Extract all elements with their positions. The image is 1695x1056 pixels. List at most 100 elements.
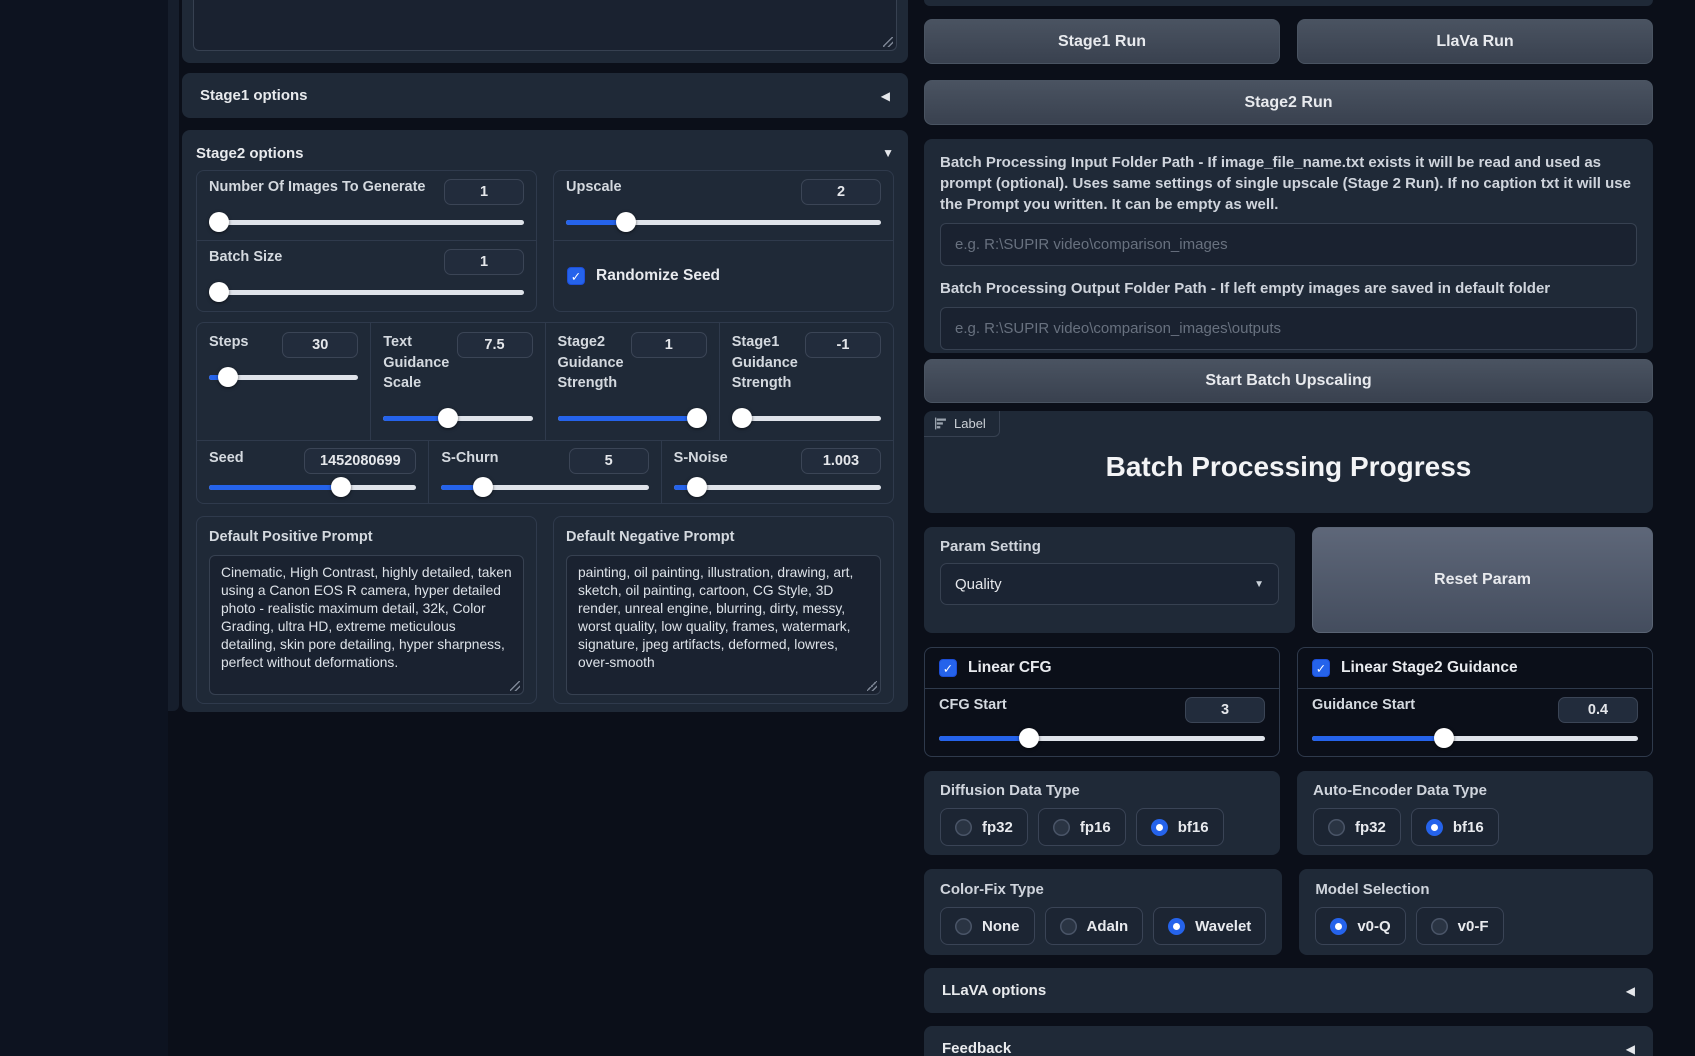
model-selection-label: Model Selection: [1315, 881, 1430, 898]
linear-cfg-label: Linear CFG: [968, 659, 1052, 676]
linear-cfg-checkbox[interactable]: [939, 659, 957, 677]
upscale-label: Upscale: [566, 179, 622, 195]
num-images-slider[interactable]: [209, 212, 524, 232]
radio-fp32[interactable]: fp32: [940, 808, 1028, 846]
negative-prompt-input[interactable]: painting, oil painting, illustration, dr…: [567, 556, 880, 694]
negative-prompt-block: Default Negative Prompt painting, oil pa…: [553, 516, 894, 704]
guidance-start-input[interactable]: [1558, 697, 1638, 723]
upscale-slider[interactable]: [566, 212, 881, 232]
param-setting-block: Param Setting Quality ▼: [924, 527, 1295, 633]
num-images-input[interactable]: [444, 179, 524, 205]
stage2-guidance-slider[interactable]: [557, 408, 707, 428]
prompt-textarea-input[interactable]: [194, 0, 896, 50]
prompt-textarea[interactable]: [193, 0, 897, 51]
chevron-left-icon[interactable]: ◀: [1626, 985, 1635, 997]
stage1-guidance-slider[interactable]: [731, 408, 881, 428]
resize-handle-icon[interactable]: [867, 681, 877, 691]
steps-slider[interactable]: [209, 367, 359, 387]
upscale-input[interactable]: [801, 179, 881, 205]
linear-stage2-checkbox[interactable]: [1312, 659, 1330, 677]
diffusion-dtype-block: Diffusion Data Type fp32 fp16 bf16: [924, 771, 1280, 855]
steps-input[interactable]: [282, 332, 359, 358]
radio-fp16[interactable]: fp16: [1037, 808, 1126, 846]
batch-progress-label-panel: Label Batch Processing Progress: [924, 411, 1653, 513]
s-churn-slider[interactable]: [441, 477, 649, 497]
radio-v0-f[interactable]: v0-F: [1415, 907, 1504, 945]
linear-stage2-block: Linear Stage2 Guidance: [1298, 648, 1652, 688]
radio-circle-icon: [955, 917, 972, 935]
text-guidance-slider[interactable]: [383, 408, 533, 428]
accordion-stage1-options[interactable]: Stage1 options ◀: [182, 73, 908, 118]
resize-handle-icon[interactable]: [883, 37, 893, 47]
batch-size-block: Batch Size: [197, 241, 536, 310]
chevron-down-icon[interactable]: ▼: [882, 147, 894, 159]
reset-param-button[interactable]: Reset Param: [1312, 527, 1653, 633]
randomize-seed-checkbox[interactable]: [567, 267, 585, 285]
slider-thumb[interactable]: [437, 408, 458, 428]
radio-circle-icon: [1059, 917, 1077, 935]
slider-thumb[interactable]: [1018, 728, 1039, 748]
linear-cfg-row: Linear CFG CFG Start Linear Stage2 Gui: [924, 647, 1653, 757]
radio-fp32[interactable]: fp32: [1313, 808, 1401, 846]
slider-thumb[interactable]: [209, 282, 229, 302]
accordion-llava-options[interactable]: LLaVA options ◀: [924, 968, 1653, 1013]
guidance-start-slider[interactable]: [1312, 728, 1638, 748]
randomize-seed-block: Randomize Seed: [554, 241, 893, 311]
chevron-left-icon[interactable]: ◀: [881, 90, 890, 102]
resize-handle-icon[interactable]: [510, 681, 520, 691]
slider-thumb[interactable]: [686, 477, 707, 497]
linear-stage2-group: Linear Stage2 Guidance Guidance Start: [1297, 647, 1653, 757]
radio-bf16[interactable]: bf16: [1410, 808, 1499, 846]
accordion-stage2-header[interactable]: Stage2 options ▼: [196, 140, 894, 166]
batch-size-input[interactable]: [444, 249, 524, 275]
slider-thumb[interactable]: [209, 212, 229, 232]
radio-wavelet[interactable]: Wavelet: [1153, 907, 1267, 945]
stage2-guidance-input[interactable]: [630, 332, 707, 358]
radio-none[interactable]: None: [940, 907, 1035, 945]
batch-input-label: Batch Processing Input Folder Path - If …: [940, 154, 1631, 213]
positive-prompt-textarea[interactable]: Cinematic, High Contrast, highly detaile…: [209, 555, 524, 695]
seed-slider[interactable]: [209, 477, 417, 497]
label-chip-text: Label: [954, 416, 986, 431]
chevron-left-icon[interactable]: ◀: [1626, 1043, 1635, 1055]
slider-thumb[interactable]: [330, 477, 351, 497]
radio-circle-icon: [1430, 917, 1448, 935]
slider-thumb[interactable]: [731, 408, 752, 428]
dtype-row: Diffusion Data Type fp32 fp16 bf16 Auto-…: [924, 771, 1653, 855]
s-noise-slider[interactable]: [673, 477, 881, 497]
ae-dtype-block: Auto-Encoder Data Type fp32 bf16: [1297, 771, 1653, 855]
llava-run-button[interactable]: LlaVa Run: [1297, 19, 1653, 64]
positive-prompt-input[interactable]: Cinematic, High Contrast, highly detaile…: [210, 556, 523, 694]
accordion-feedback-title: Feedback: [942, 1040, 1012, 1056]
stage1-run-button[interactable]: Stage1 Run: [924, 19, 1280, 64]
text-guidance-input[interactable]: [456, 332, 533, 358]
slider-thumb[interactable]: [616, 212, 637, 232]
label-chip: Label: [924, 411, 1000, 437]
seed-input[interactable]: [304, 448, 417, 474]
batch-output-path-field[interactable]: [940, 307, 1637, 350]
s-churn-input[interactable]: [568, 448, 649, 474]
cfg-start-slider[interactable]: [939, 728, 1265, 748]
param-setting-dropdown[interactable]: Quality ▼: [940, 563, 1279, 605]
negative-prompt-textarea[interactable]: painting, oil painting, illustration, dr…: [566, 555, 881, 695]
stage1-guidance-input[interactable]: [805, 332, 881, 358]
batch-input-path-field[interactable]: [940, 223, 1637, 266]
left-column: Stage1 options ◀ Stage2 options ▼ Number…: [182, 0, 908, 1056]
slider-thumb[interactable]: [473, 477, 494, 497]
s-noise-input[interactable]: [800, 448, 881, 474]
stage2-run-button[interactable]: Stage2 Run: [924, 80, 1653, 125]
left-cropped-panel-edge: [168, 0, 179, 711]
radio-circle-icon: [955, 818, 972, 836]
start-batch-upscaling-button[interactable]: Start Batch Upscaling: [924, 359, 1653, 403]
right-column: Stage1 Run LlaVa Run Stage2 Run Batch Pr…: [924, 0, 1653, 1056]
radio-bf16[interactable]: bf16: [1135, 808, 1224, 846]
cfg-start-input[interactable]: [1185, 697, 1265, 723]
batch-size-slider[interactable]: [209, 282, 524, 302]
accordion-feedback[interactable]: Feedback ◀: [924, 1026, 1653, 1056]
radio-adain[interactable]: AdaIn: [1044, 907, 1144, 945]
radio-v0-q[interactable]: v0-Q: [1315, 907, 1406, 945]
slider-thumb[interactable]: [1434, 728, 1455, 748]
slider-thumb[interactable]: [686, 408, 707, 428]
stage1-guidance-cell: Stage1 Guidance Strength: [718, 323, 893, 440]
slider-thumb[interactable]: [218, 367, 239, 387]
